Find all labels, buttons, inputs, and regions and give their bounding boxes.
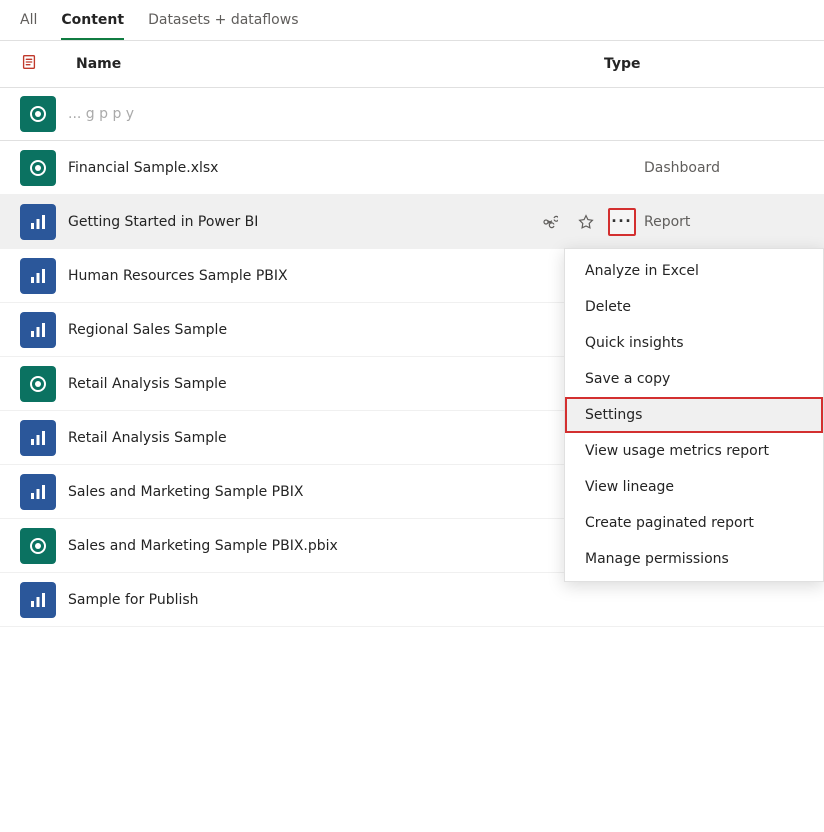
row-icon-partial xyxy=(20,96,56,132)
menu-item-view-lineage[interactable]: View lineage xyxy=(565,469,823,505)
menu-item-settings[interactable]: Settings xyxy=(565,397,823,433)
table-row-financial[interactable]: Financial Sample.xlsx Dashboard xyxy=(0,141,824,195)
row-type-financial: Dashboard xyxy=(644,160,804,176)
row-icon-sample-publish xyxy=(20,582,56,618)
row-icon-retail-2 xyxy=(20,420,56,456)
header-name: Name xyxy=(76,56,604,72)
row-icon-getting-started xyxy=(20,204,56,240)
row-icon-sales-marketing-pbix xyxy=(20,528,56,564)
content-table: Name Type ... g p p y Financial Sample.x… xyxy=(0,41,824,627)
more-options-button[interactable]: ··· xyxy=(608,208,636,236)
row-name-getting-started: Getting Started in Power BI xyxy=(68,214,536,230)
header-type: Type xyxy=(604,56,804,72)
menu-item-analyze-excel[interactable]: Analyze in Excel xyxy=(565,253,823,289)
row-type-getting-started: Report xyxy=(644,214,804,230)
row-name-sales-marketing: Sales and Marketing Sample PBIX xyxy=(68,484,644,500)
row-name-regional-sales: Regional Sales Sample xyxy=(68,322,644,338)
row-icon-regional-sales xyxy=(20,312,56,348)
row-icon-sales-marketing xyxy=(20,474,56,510)
row-name-human-resources: Human Resources Sample PBIX xyxy=(68,268,644,284)
menu-item-create-paginated[interactable]: Create paginated report xyxy=(565,505,823,541)
menu-item-delete[interactable]: Delete xyxy=(565,289,823,325)
row-actions-getting-started: ··· xyxy=(536,208,636,236)
menu-item-manage-permissions[interactable]: Manage permissions xyxy=(565,541,823,577)
row-name-sample-publish: Sample for Publish xyxy=(68,592,644,608)
header-icon-col xyxy=(20,53,76,75)
menu-item-save-copy[interactable]: Save a copy xyxy=(565,361,823,397)
row-name-retail-2: Retail Analysis Sample xyxy=(68,430,644,446)
menu-item-view-usage[interactable]: View usage metrics report xyxy=(565,433,823,469)
row-name-sales-marketing-pbix: Sales and Marketing Sample PBIX.pbix xyxy=(68,538,644,554)
favorite-button[interactable] xyxy=(572,208,600,236)
context-menu: Analyze in Excel Delete Quick insights S… xyxy=(564,248,824,582)
table-row-getting-started[interactable]: Getting Started in Power BI ··· Report A… xyxy=(0,195,824,249)
row-name-partial: ... g p p y xyxy=(68,106,804,122)
row-icon-financial xyxy=(20,150,56,186)
table-header: Name Type xyxy=(0,41,824,88)
tab-all[interactable]: All xyxy=(20,12,37,40)
tab-datasets[interactable]: Datasets + dataflows xyxy=(148,12,298,40)
table-row-partial: ... g p p y xyxy=(0,88,824,141)
row-icon-human-resources xyxy=(20,258,56,294)
row-icon-retail-1 xyxy=(20,366,56,402)
row-name-financial: Financial Sample.xlsx xyxy=(68,160,644,176)
tabs-bar: All Content Datasets + dataflows xyxy=(0,0,824,41)
menu-item-quick-insights[interactable]: Quick insights xyxy=(565,325,823,361)
tab-content[interactable]: Content xyxy=(61,12,124,40)
row-name-retail-1: Retail Analysis Sample xyxy=(68,376,644,392)
share-button[interactable] xyxy=(536,208,564,236)
